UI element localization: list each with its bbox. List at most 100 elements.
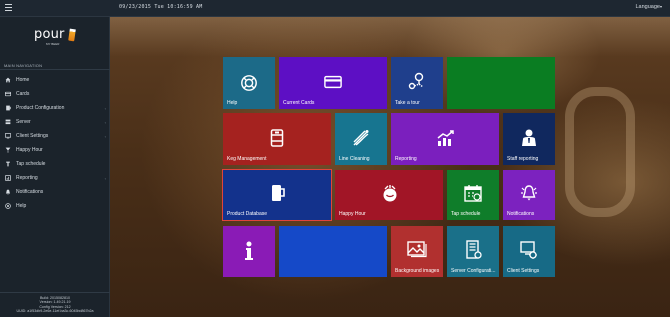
sidebar-item-home[interactable]: Home [0,73,110,87]
chevron-left-icon: ‹ [104,120,106,125]
language-label: Language [635,4,660,10]
calendar-icon [464,185,482,202]
chevron-left-icon: ‹ [104,106,106,111]
sidebar-item-label: Client Settings [16,133,49,139]
sidebar-item-tap-schedule[interactable]: Tap schedule [0,157,110,171]
chevron-left-icon: ‹ [104,134,106,139]
tile-happy-hour[interactable]: Happy Hour [335,170,443,220]
tile-staff-reporting[interactable]: Staff reporting [503,113,555,165]
beer-glass-icon [68,28,76,42]
sidebar-item-label: Help [16,203,27,209]
tile-green-blank[interactable] [447,57,555,109]
client-settings-icon [520,241,537,259]
pour-logo[interactable]: pour MY BEER [34,25,78,47]
tile-blue-blank[interactable] [279,226,387,277]
sidebar-item-label: Reporting [16,175,38,181]
keg-icon [270,129,284,147]
tile-label: Background images [395,268,440,274]
top-bar: 09/23/2015 Tue 10:16:59 AM Language▾ [0,0,670,17]
tile-label: Take a tour [395,100,420,106]
tile-label: Tap schedule [451,211,481,217]
tile-tap-schedule[interactable]: Tap schedule [447,170,499,220]
server-config-icon [466,240,482,259]
tile-line-cleaning[interactable]: Line Cleaning [335,113,387,165]
chevron-left-icon: ‹ [104,176,106,181]
tile-background-images[interactable]: Background images [391,226,443,277]
sidebar-item-client-settings[interactable]: Client Settings ‹ [0,129,110,143]
sidebar-item-product-configuration[interactable]: Product Configuration ‹ [0,101,110,115]
tile-label: Server Configurati... [451,268,496,274]
tile-info[interactable] [223,226,275,277]
home-icon [5,77,11,83]
staff-icon [522,129,536,146]
sidebar-item-cards[interactable]: Cards [0,87,110,101]
main-content [110,17,670,317]
logo-subtext: MY BEER [46,42,60,46]
card-icon [5,91,11,97]
language-dropdown[interactable]: Language▾ [636,4,663,10]
sidebar-item-label: Happy Hour [16,147,43,153]
tile-label: Line Cleaning [339,156,370,162]
sidebar-item-label: Product Configuration [16,105,65,111]
tile-label: Client Settings [507,268,540,274]
tap-schedule-icon [6,161,10,167]
divider [0,292,110,293]
tile-keg-management[interactable]: Keg Management [223,113,331,165]
tile-label: Help [227,100,238,106]
tile-client-settings[interactable]: Client Settings [503,226,555,277]
background-photo-highlight [110,17,670,57]
tile-label: Reporting [395,156,417,162]
tile-notifications[interactable]: Notifications [503,170,555,220]
sidebar-item-label: Tap schedule [16,161,46,167]
happy-hour-icon [5,147,11,153]
sidebar-item-label: Server [16,119,31,125]
tile-product-database[interactable]: Product Database [222,169,332,221]
product-config-icon [6,105,11,111]
reporting-icon [5,175,11,181]
chart-icon [437,130,454,146]
sidebar-item-label: Cards [16,91,30,97]
tile-label: Staff reporting [507,156,539,162]
uuid: UUID: a1f53db9-2e6e-11ef-ba3c-6045bd867b… [16,309,94,314]
logo-text: pour [34,27,65,42]
info-icon [245,241,253,260]
divider [0,69,110,70]
hamburger-menu-icon[interactable] [5,4,12,11]
lifebuoy-icon [241,75,257,91]
tile-label: Current Cards [283,100,315,106]
tile-label: Happy Hour [339,211,366,217]
sidebar-item-reporting[interactable]: Reporting ‹ [0,171,110,185]
beer-mug-icon [272,185,285,201]
tile-reporting[interactable]: Reporting [391,113,499,165]
background-beer-mug-handle [565,87,635,217]
bell-icon [521,185,537,201]
sidebar-item-label: Home [16,77,30,83]
main-navigation: Home Cards Product Configuration ‹ Serve… [0,73,110,213]
help-icon [5,203,11,209]
sidebar-item-help[interactable]: Help [0,199,110,213]
image-icon [407,241,427,258]
sidebar-item-server[interactable]: Server ‹ [0,115,110,129]
tile-current-cards[interactable]: Current Cards [279,57,387,109]
monitor-icon [5,133,11,139]
sidebar-item-label: Notifications [16,189,44,195]
tile-server-configuration[interactable]: Server Configurati... [447,226,499,277]
tile-label: Keg Management [227,156,267,162]
sidebar-item-happy-hour[interactable]: Happy Hour [0,143,110,157]
happy-hour-icon [383,185,397,202]
date-time-display: 09/23/2015 Tue 10:16:59 AM [119,4,203,10]
tile-label: Notifications [507,211,535,217]
tile-take-a-tour[interactable]: Take a tour [391,57,443,109]
sidebar-item-notifications[interactable]: Notifications [0,185,110,199]
tour-icon [408,72,424,90]
card-icon [324,75,342,89]
tile-label: Product Database [227,211,268,217]
tile-help[interactable]: Help [223,57,275,109]
sidebar: pour MY BEER MAIN NAVIGATION Home Cards … [0,17,110,317]
chevron-down-icon: ▾ [659,4,662,9]
bell-icon [5,189,11,195]
line-cleaning-icon [353,130,369,146]
server-icon [5,119,11,125]
nav-section-header: MAIN NAVIGATION [4,63,43,68]
build-info: Build: 2015082810 Version: 1.49.21.19 Co… [0,296,110,314]
